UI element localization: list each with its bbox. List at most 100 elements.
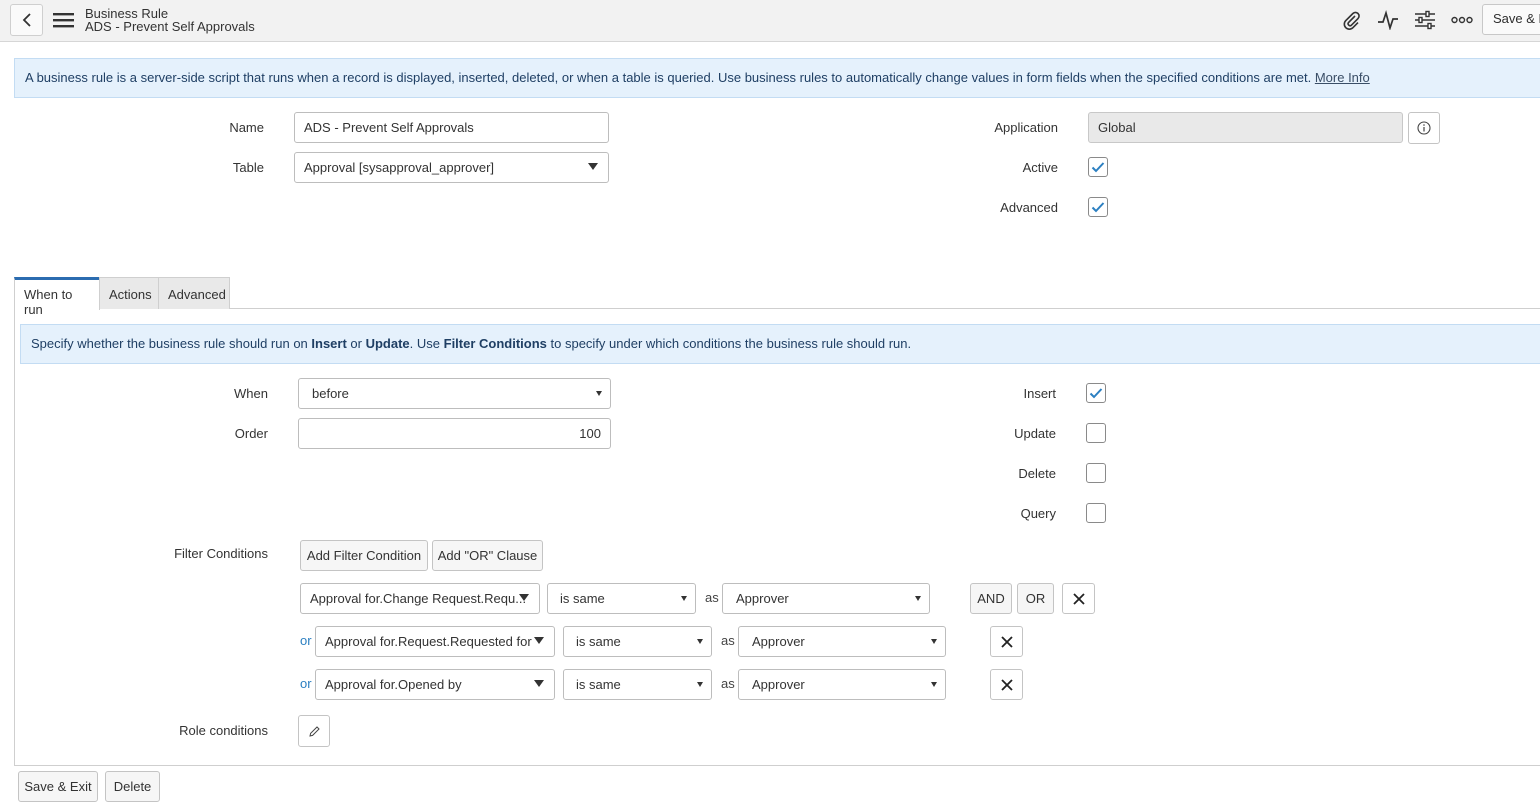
condition-2-operator: is same <box>576 634 621 649</box>
name-input[interactable]: ADS - Prevent Self Approvals <box>294 112 609 143</box>
condition-1-operator-select[interactable]: is same <box>547 583 696 614</box>
update-checkbox[interactable] <box>1086 423 1106 443</box>
table-label: Table <box>232 160 264 175</box>
add-filter-condition-button[interactable]: Add Filter Condition <box>300 540 428 571</box>
condition-2-value: Approver <box>752 634 805 649</box>
query-checkbox[interactable] <box>1086 503 1106 523</box>
advanced-checkbox[interactable] <box>1088 197 1108 217</box>
condition-3-value: Approver <box>752 677 805 692</box>
condition-1-value: Approver <box>736 591 789 606</box>
active-checkbox[interactable] <box>1088 157 1108 177</box>
when-info-mid: . Use <box>409 336 444 351</box>
name-label: Name <box>229 120 264 135</box>
info-text: A business rule is a server-side script … <box>25 70 1315 85</box>
chevron-left-icon <box>22 13 31 27</box>
header-subtitle: ADS - Prevent Self Approvals <box>85 19 255 34</box>
role-conditions-label: Role conditions <box>179 723 268 738</box>
more-info-link[interactable]: More Info <box>1315 70 1370 85</box>
condition-2-as-label: as <box>721 633 735 648</box>
role-conditions-edit-button[interactable] <box>298 715 330 747</box>
when-select[interactable]: before <box>298 378 611 409</box>
condition-1-field: Approval for.Change Request.Requ... <box>310 591 527 606</box>
condition-1-operator: is same <box>560 591 605 606</box>
caret-down-icon <box>534 637 544 644</box>
active-label: Active <box>1022 160 1058 175</box>
checkmark-icon <box>1089 388 1103 399</box>
caret-down-icon <box>931 682 937 687</box>
when-label: When <box>234 386 268 401</box>
query-label: Query <box>1020 506 1056 521</box>
when-info-text: Specify whether the business rule should… <box>31 336 312 351</box>
when-info-update: Update <box>365 336 410 351</box>
more-icon[interactable] <box>1451 9 1473 31</box>
tab-when-to-run[interactable]: When to run <box>14 277 100 317</box>
or-button[interactable]: OR <box>1017 583 1054 614</box>
caret-down-icon <box>697 682 703 687</box>
condition-1-value-select[interactable]: Approver <box>722 583 930 614</box>
order-label: Order <box>234 426 268 441</box>
when-select-value: before <box>312 386 349 401</box>
back-button[interactable] <box>10 4 43 36</box>
condition-3-remove-button[interactable] <box>990 669 1023 700</box>
hamburger-menu-icon[interactable] <box>53 12 74 28</box>
order-input[interactable]: 100 <box>298 418 611 449</box>
close-icon <box>1000 635 1013 648</box>
condition-3-operator: is same <box>576 677 621 692</box>
caret-down-icon <box>915 596 921 601</box>
checkmark-icon <box>1091 202 1105 213</box>
condition-3-as-label: as <box>721 676 735 691</box>
pencil-icon <box>308 725 320 737</box>
condition-1-remove-button[interactable] <box>1062 583 1095 614</box>
condition-2-remove-button[interactable] <box>990 626 1023 657</box>
caret-down-icon <box>596 391 602 396</box>
info-banner: A business rule is a server-side script … <box>14 58 1540 98</box>
when-info-or: or <box>346 336 366 351</box>
condition-3-field-select[interactable]: Approval for.Opened by <box>315 669 555 700</box>
condition-2-field: Approval for.Request.Requested for <box>325 634 532 649</box>
tab-actions[interactable]: Actions <box>99 277 159 309</box>
when-info-filter: Filter Conditions <box>443 336 547 351</box>
caret-down-icon <box>681 596 687 601</box>
activity-icon[interactable] <box>1377 9 1399 31</box>
caret-down-icon <box>697 639 703 644</box>
close-icon <box>1000 678 1013 691</box>
close-icon <box>1072 592 1085 605</box>
save-exit-button-top[interactable]: Save & Exit <box>1482 4 1540 35</box>
condition-1-field-select[interactable]: Approval for.Change Request.Requ... <box>300 583 540 614</box>
insert-checkbox[interactable] <box>1086 383 1106 403</box>
application-label: Application <box>994 120 1058 135</box>
when-info-banner: Specify whether the business rule should… <box>20 324 1540 364</box>
delete-checkbox[interactable] <box>1086 463 1106 483</box>
caret-down-icon <box>588 163 598 170</box>
update-label: Update <box>1014 426 1056 441</box>
table-select[interactable]: Approval [sysapproval_approver] <box>294 152 609 183</box>
filter-conditions-label: Filter Conditions <box>174 546 268 561</box>
delete-label: Delete <box>1018 466 1056 481</box>
when-info-post: to specify under which conditions the bu… <box>546 336 912 351</box>
caret-down-icon <box>534 680 544 687</box>
and-button[interactable]: AND <box>970 583 1012 614</box>
checkmark-icon <box>1091 162 1105 173</box>
application-info-button[interactable] <box>1408 112 1440 144</box>
when-info-insert: Insert <box>311 336 347 351</box>
application-field: Global <box>1088 112 1403 143</box>
condition-3-value-select[interactable]: Approver <box>738 669 946 700</box>
condition-2-operator-select[interactable]: is same <box>563 626 712 657</box>
tab-advanced[interactable]: Advanced <box>158 277 230 309</box>
caret-down-icon <box>931 639 937 644</box>
sliders-icon[interactable] <box>1414 9 1436 31</box>
insert-label: Insert <box>1023 386 1056 401</box>
info-circle-icon <box>1417 121 1431 135</box>
add-or-clause-button[interactable]: Add "OR" Clause <box>432 540 543 571</box>
condition-3-operator-select[interactable]: is same <box>563 669 712 700</box>
advanced-label: Advanced <box>1000 200 1058 215</box>
condition-2-value-select[interactable]: Approver <box>738 626 946 657</box>
condition-2-or-label: or <box>300 633 312 648</box>
paperclip-icon[interactable] <box>1340 9 1362 31</box>
condition-1-as-label: as <box>705 590 719 605</box>
table-select-value: Approval [sysapproval_approver] <box>304 160 495 175</box>
condition-2-field-select[interactable]: Approval for.Request.Requested for <box>315 626 555 657</box>
condition-3-or-label: or <box>300 676 312 691</box>
caret-down-icon <box>519 594 529 601</box>
condition-3-field: Approval for.Opened by <box>325 677 462 692</box>
